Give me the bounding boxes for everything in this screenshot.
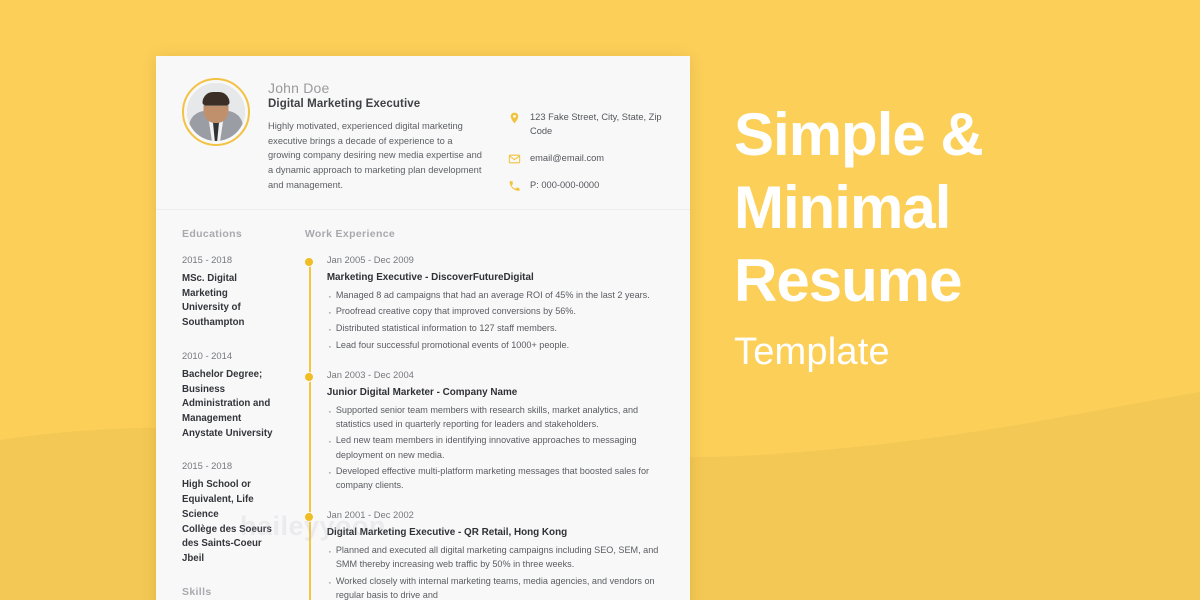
contact-phone: P: 000-000-0000 — [530, 179, 600, 190]
resume-card: haileyyoon John Doe Digital Marketing Ex… — [156, 56, 690, 600]
job-bullet: Worked closely with internal marketing t… — [327, 573, 670, 600]
phone-icon — [509, 181, 520, 191]
job-date: Jan 2005 - Dec 2009 — [326, 253, 414, 265]
timeline-dot — [304, 371, 315, 382]
resume-right-column: Work Experience Jan 2005 - Dec 2009 Mark… — [299, 228, 690, 600]
person-summary: Highly motivated, experienced digital ma… — [268, 121, 482, 190]
person-job-title: Digital Marketing Executive — [268, 98, 421, 110]
education-date: 2015 - 2018 — [182, 460, 233, 472]
job-title: Junior Digital Marketer - Company Name — [326, 386, 518, 398]
contact-row-phone: P: 000-000-0000 — [508, 179, 666, 193]
contact-block: 123 Fake Street, City, State, Zip Code e… — [508, 78, 666, 193]
job-bullet: Proofread creative copy that improved co… — [327, 303, 670, 322]
education-description: Bachelor Degree; Business Administration… — [182, 368, 273, 439]
header-main: John Doe Digital Marketing Executive Hig… — [268, 78, 490, 193]
job-bullet: Supported senior team members with resea… — [327, 402, 670, 431]
job-date: Jan 2003 - Dec 2004 — [326, 368, 414, 380]
education-description: MSc. Digital Marketing University of Sou… — [182, 272, 245, 329]
education-item: 2015 - 2018 MSc. Digital Marketing Unive… — [182, 254, 281, 331]
job-bullet: Developed effective multi-platform marke… — [327, 463, 670, 492]
promo-text-block: Simple & Minimal Resume Template — [734, 98, 1154, 375]
promo-banner: haileyyoon John Doe Digital Marketing Ex… — [0, 0, 1200, 600]
promo-line-1: Simple & — [734, 101, 984, 168]
contact-email: email@email.com — [530, 152, 605, 163]
promo-line-3: Resume — [734, 247, 962, 315]
job-entry: Jan 2005 - Dec 2009 Marketing Executive … — [304, 253, 670, 356]
contact-row-address: 123 Fake Street, City, State, Zip Code — [508, 111, 666, 139]
timeline-dot — [304, 256, 315, 267]
avatar — [182, 78, 250, 146]
job-bullets: Planned and executed all digital marketi… — [327, 542, 670, 600]
envelope-icon — [508, 154, 521, 164]
skills-section: Skills Microsoft office CMS — [182, 586, 281, 600]
job-bullet: Planned and executed all digital marketi… — [327, 542, 670, 571]
educations-section-title: Educations — [182, 227, 243, 240]
person-name: John Doe — [268, 80, 330, 96]
job-entry: Jan 2003 - Dec 2004 Junior Digital Marke… — [304, 368, 670, 493]
promo-line-2: Minimal — [734, 174, 951, 242]
job-bullets: Managed 8 ad campaigns that had an avera… — [327, 287, 670, 356]
resume-body: Educations 2015 - 2018 MSc. Digital Mark… — [156, 210, 690, 600]
avatar-photo — [187, 83, 245, 141]
location-pin-icon — [510, 112, 519, 124]
work-experience-timeline: Jan 2005 - Dec 2009 Marketing Executive … — [304, 253, 670, 600]
contact-row-email: email@email.com — [508, 152, 666, 166]
job-bullet: Distributed statistical information to 1… — [327, 320, 670, 339]
timeline-line — [308, 259, 312, 600]
education-date: 2015 - 2018 — [182, 253, 233, 265]
resume-left-column: Educations 2015 - 2018 MSc. Digital Mark… — [156, 228, 299, 600]
promo-subtitle: Template — [734, 330, 890, 373]
job-bullet: Led new team members in identifying inno… — [327, 432, 670, 461]
education-item: 2010 - 2014 Bachelor Degree; Business Ad… — [182, 350, 281, 442]
job-bullet: Managed 8 ad campaigns that had an avera… — [327, 287, 670, 306]
work-experience-section-title: Work Experience — [304, 227, 396, 240]
watermark-text: haileyyoon — [240, 511, 387, 541]
job-title: Marketing Executive - DiscoverFutureDigi… — [326, 271, 534, 283]
job-bullet: Lead four successful promotional events … — [327, 337, 670, 356]
resume-header: John Doe Digital Marketing Executive Hig… — [156, 56, 690, 210]
skills-section-title: Skills — [182, 585, 212, 598]
contact-address: 123 Fake Street, City, State, Zip Code — [530, 112, 662, 136]
job-bullets: Supported senior team members with resea… — [327, 402, 670, 493]
education-date: 2010 - 2014 — [182, 349, 233, 361]
